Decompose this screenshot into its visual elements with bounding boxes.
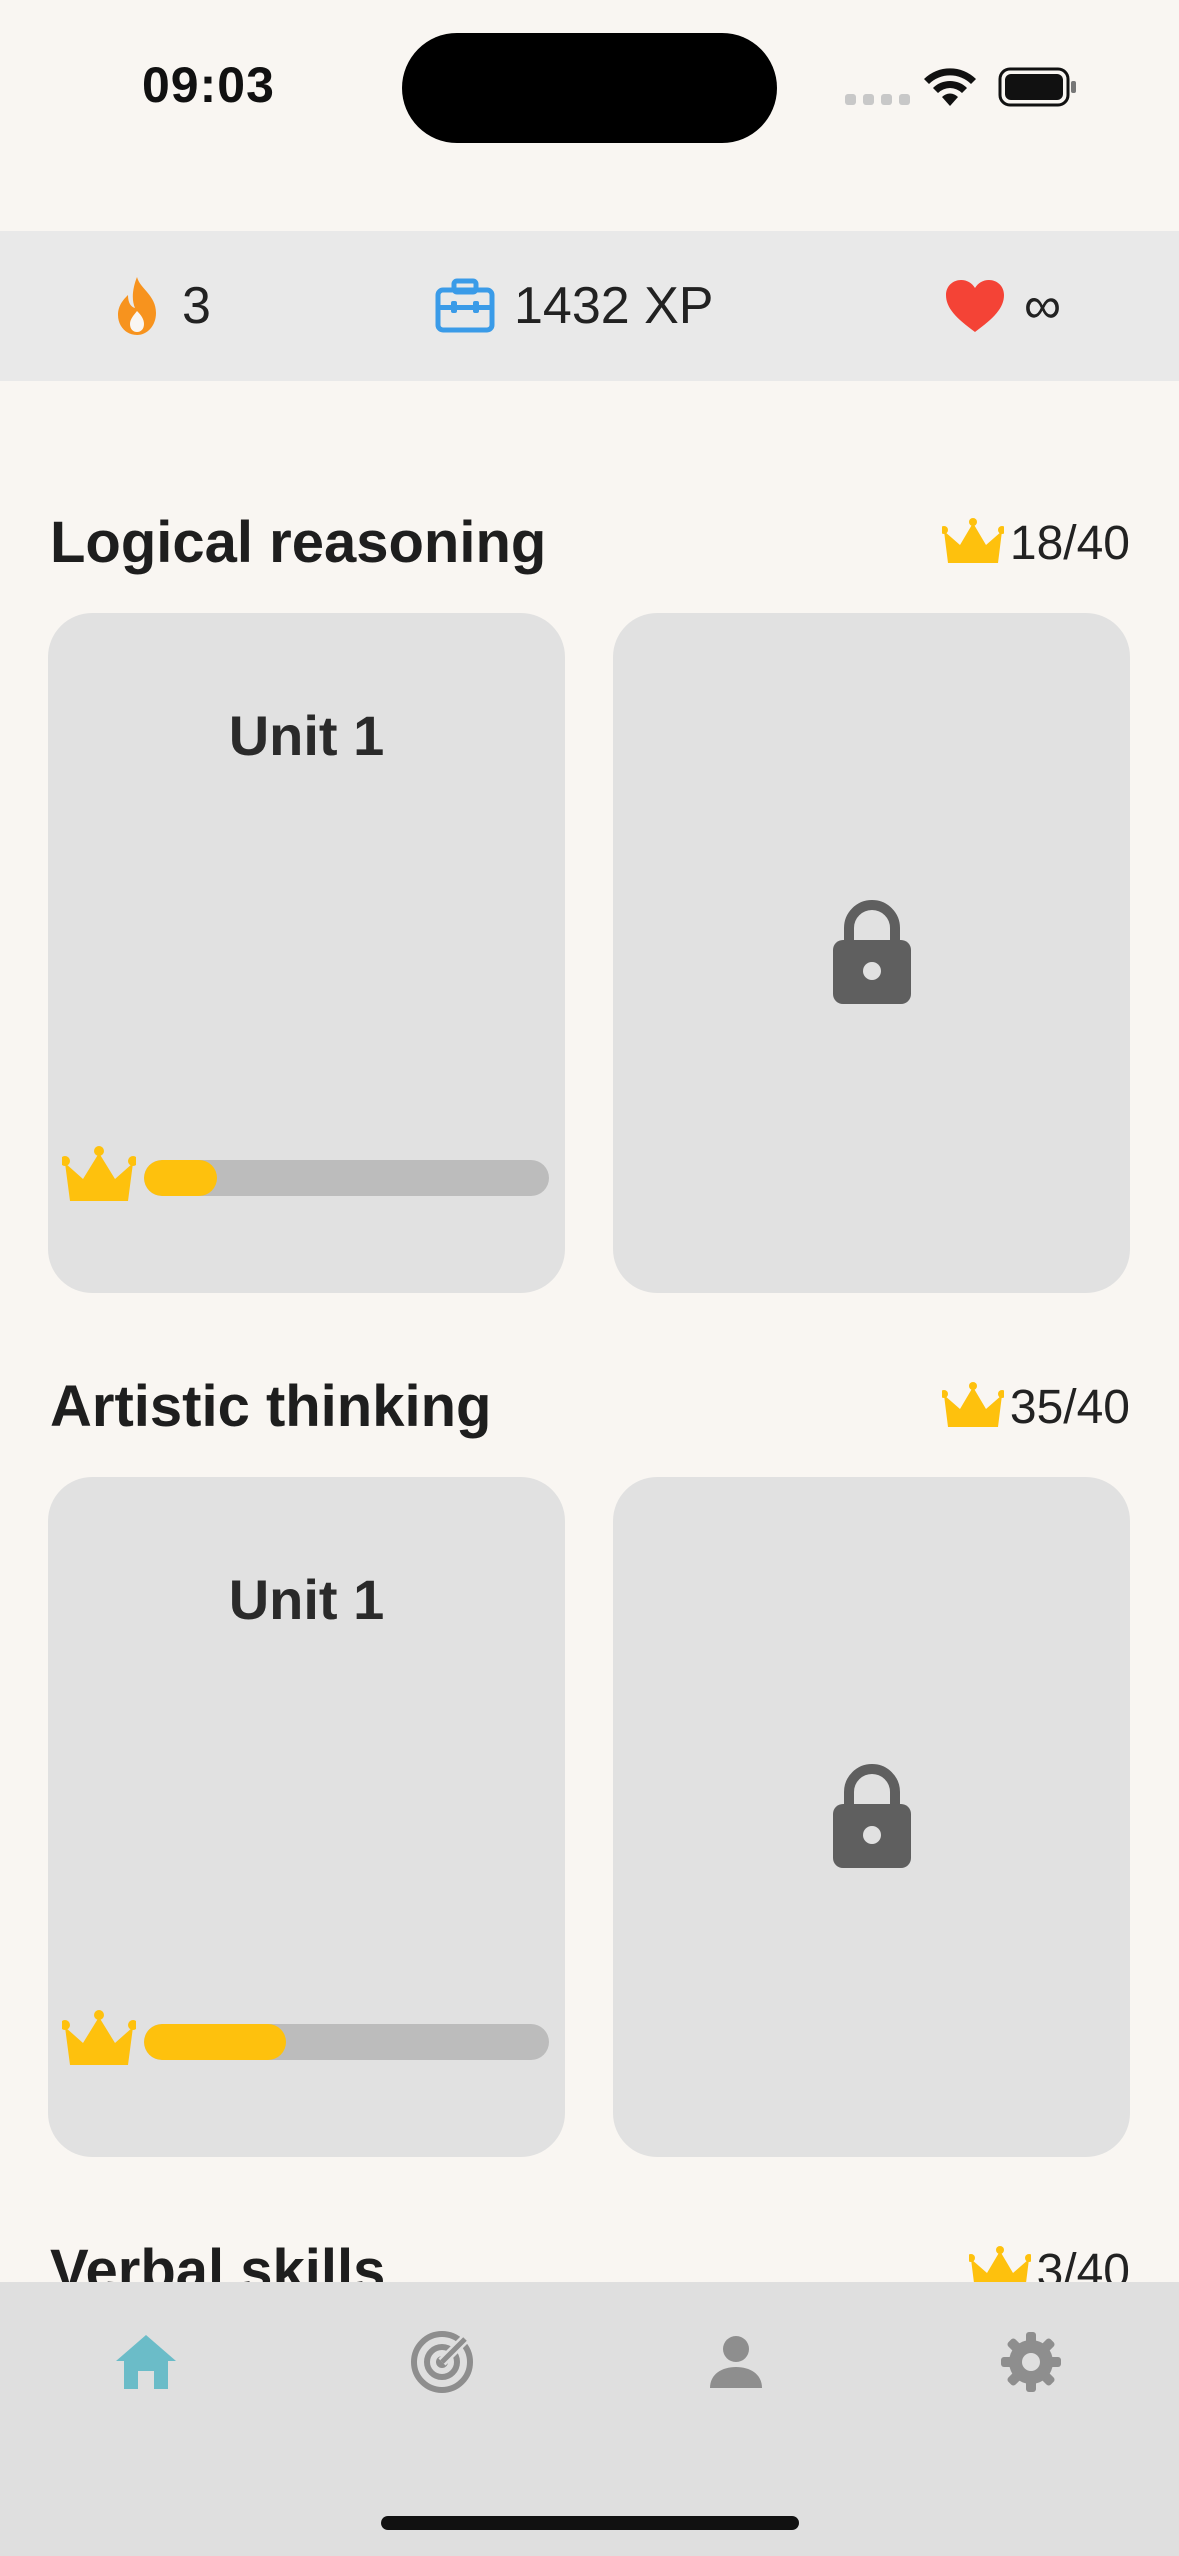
crown-icon xyxy=(941,518,1004,563)
unit-title: Unit 1 xyxy=(228,704,385,767)
locked-unit-card[interactable] xyxy=(613,1477,1130,2157)
crown-icon xyxy=(62,2010,136,2065)
unit-progress-bar xyxy=(144,1160,549,1196)
radar-icon xyxy=(411,2331,473,2393)
briefcase-icon xyxy=(435,278,495,333)
section-header: Logical reasoning 18/40 xyxy=(50,503,1130,583)
streak-count: 3 xyxy=(182,277,211,335)
battery-icon xyxy=(998,67,1076,107)
tab-radar[interactable] xyxy=(402,2322,482,2402)
lives-stat[interactable]: ∞ xyxy=(944,231,1061,381)
unit-progress-fill xyxy=(144,1160,217,1196)
unit-card[interactable]: Unit 1 xyxy=(48,1477,565,2157)
tab-bar xyxy=(0,2282,1179,2556)
section-score: 35/40 xyxy=(941,1367,1130,1447)
tab-profile[interactable] xyxy=(696,2322,776,2402)
crown-icon xyxy=(62,1146,136,1201)
locked-unit-card[interactable] xyxy=(613,613,1130,1293)
streak-stat[interactable]: 3 xyxy=(110,231,211,381)
xp-value: 1432 XP xyxy=(514,277,714,335)
flame-icon xyxy=(118,277,156,335)
unit-title: Unit 1 xyxy=(228,1568,385,1631)
lock-icon xyxy=(833,900,911,1004)
score-text: 35/40 xyxy=(1009,1380,1130,1434)
tab-home[interactable] xyxy=(106,2322,186,2402)
tab-settings[interactable] xyxy=(991,2322,1071,2402)
section-score: 18/40 xyxy=(941,503,1130,583)
cellular-signal-icon xyxy=(845,94,910,105)
home-indicator[interactable] xyxy=(381,2516,799,2530)
stats-bar: 3 1432 XP ∞ xyxy=(0,231,1179,381)
xp-stat[interactable]: 1432 XP xyxy=(434,231,714,381)
status-bar: 09:03 xyxy=(0,0,1179,170)
unit-progress-fill xyxy=(144,2024,286,2060)
unit-progress-bar xyxy=(144,2024,549,2060)
unit-card[interactable]: Unit 1 xyxy=(48,613,565,1293)
status-time: 09:03 xyxy=(142,57,275,113)
heart-icon xyxy=(946,280,1004,332)
crown-icon xyxy=(941,1382,1004,1427)
section-header: Artistic thinking 35/40 xyxy=(50,1367,1130,1447)
wifi-icon xyxy=(924,68,976,106)
section-title: Logical reasoning xyxy=(50,510,547,575)
gear-icon xyxy=(1001,2332,1061,2392)
score-text: 18/40 xyxy=(1009,516,1130,570)
home-icon xyxy=(116,2335,176,2389)
person-icon xyxy=(710,2336,762,2388)
lock-icon xyxy=(833,1764,911,1868)
lives-value: ∞ xyxy=(1024,277,1062,335)
dynamic-island xyxy=(402,33,777,143)
section-title: Artistic thinking xyxy=(50,1374,492,1439)
